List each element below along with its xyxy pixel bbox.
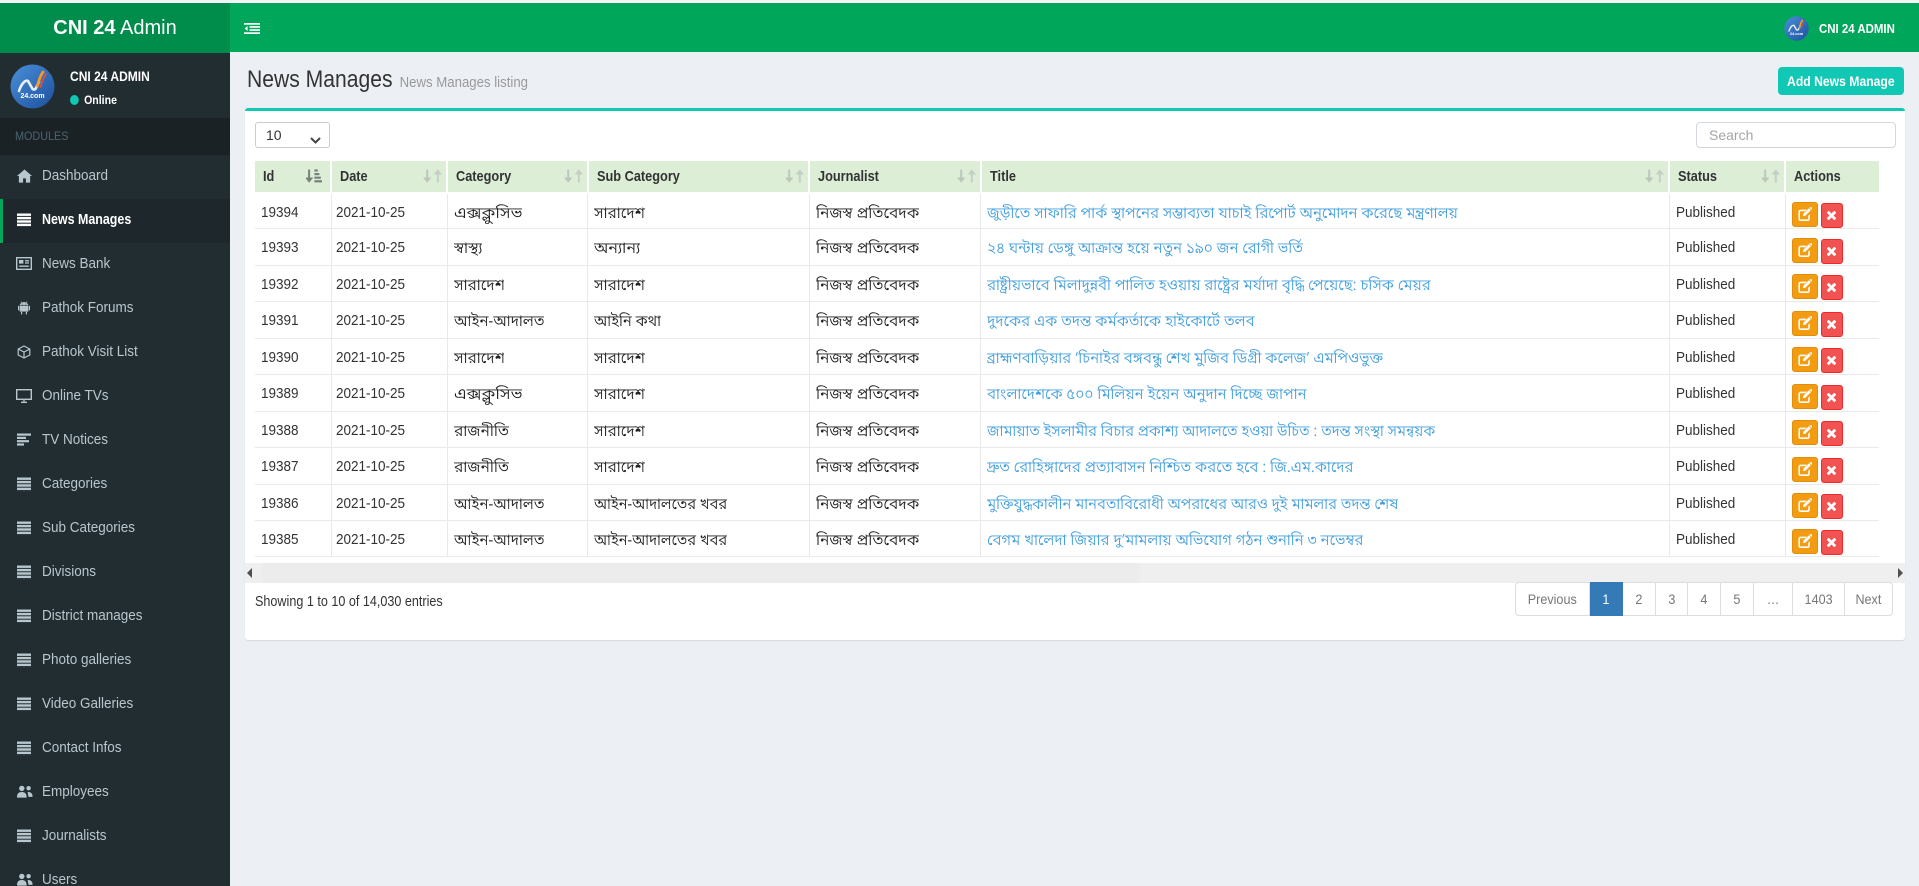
svg-text:24.com: 24.com: [20, 93, 44, 100]
svg-text:24.com: 24.com: [1790, 30, 1804, 35]
